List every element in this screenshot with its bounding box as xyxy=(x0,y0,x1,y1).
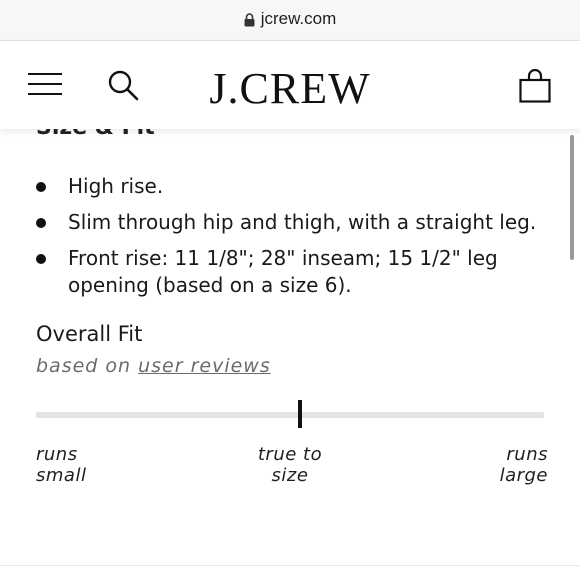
bullet-text: Front rise: 11 1/8"; 28" inseam; 15 1/2"… xyxy=(68,246,498,297)
bullet-text: Slim through hip and thigh, with a strai… xyxy=(68,210,537,234)
bullet-icon xyxy=(36,182,46,192)
fit-label-runs-large: runs large xyxy=(488,444,548,486)
user-reviews-link[interactable]: user reviews xyxy=(138,355,271,377)
fit-scale-marker xyxy=(298,400,303,428)
fit-label-true-to-size: true to size xyxy=(250,444,330,486)
list-item: High rise. xyxy=(36,173,556,200)
lock-icon xyxy=(244,13,255,27)
bullet-icon xyxy=(36,254,46,264)
bullet-icon xyxy=(36,218,46,228)
overall-fit-subtitle: based on user reviews xyxy=(36,355,271,377)
shopping-bag-icon[interactable] xyxy=(519,69,551,103)
list-item: Front rise: 11 1/8"; 28" inseam; 15 1/2"… xyxy=(36,245,556,299)
details-bullet-list: High rise. Slim through hip and thigh, w… xyxy=(36,173,556,308)
fit-label-line: size xyxy=(271,465,309,486)
fit-label-line: true to xyxy=(257,444,323,465)
list-item: Slim through hip and thigh, with a strai… xyxy=(36,209,556,236)
overall-fit-title: Overall Fit xyxy=(36,322,143,346)
site-header: J.CREW xyxy=(0,41,580,129)
fit-scale-track xyxy=(36,400,544,428)
fit-sub-prefix: based on xyxy=(36,355,139,377)
size-fit-heading: Size & Fit xyxy=(36,129,155,140)
fit-label-line: large xyxy=(499,465,548,486)
fit-label-runs-small: runs small xyxy=(36,444,96,486)
bullet-text: High rise. xyxy=(68,174,164,198)
section-divider xyxy=(0,565,580,566)
product-details-section: Size & Fit High rise. Slim through hip a… xyxy=(0,129,580,580)
page-scrollbar[interactable] xyxy=(570,135,574,260)
url-display[interactable]: jcrew.com xyxy=(0,8,580,30)
fit-label-line: runs xyxy=(36,444,78,465)
fit-label-line: runs xyxy=(506,444,548,465)
url-text: jcrew.com xyxy=(260,9,337,28)
browser-url-bar[interactable]: jcrew.com xyxy=(0,0,580,41)
fit-label-line: small xyxy=(36,465,87,486)
brand-logo-text[interactable]: J.CREW xyxy=(209,64,370,113)
brand-logo[interactable]: J.CREW xyxy=(0,63,580,114)
